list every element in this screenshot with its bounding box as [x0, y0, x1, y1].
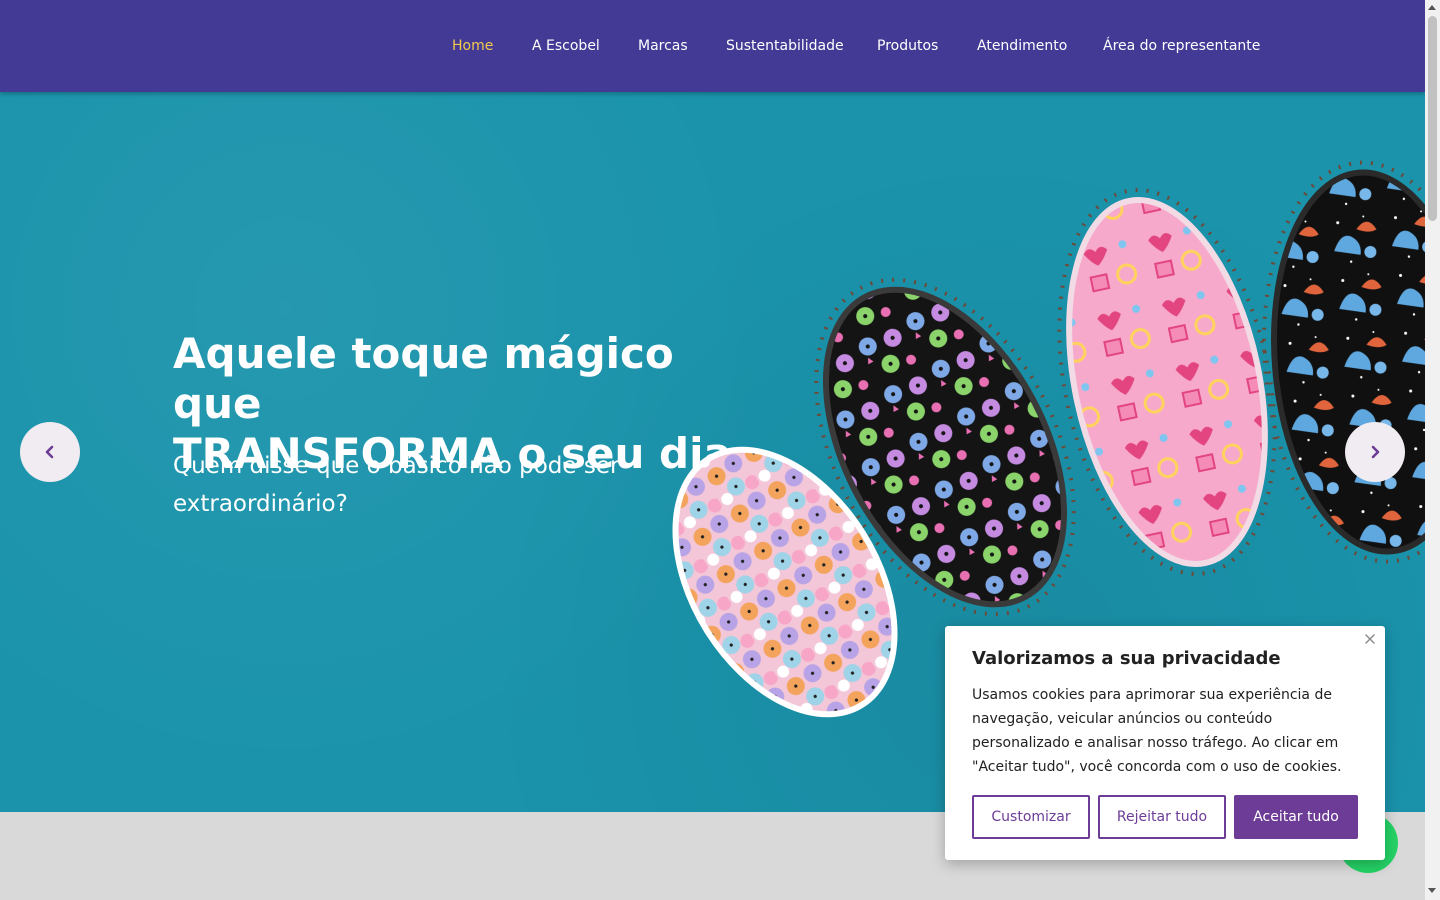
hero-title-line1: Aquele toque mágico que	[173, 329, 674, 428]
nav-item-produtos[interactable]: Produtos	[877, 37, 938, 55]
hero-subtitle: Quem disse que o básico não pode ser ext…	[173, 453, 620, 517]
customize-button[interactable]: Customizar	[972, 795, 1090, 839]
cookie-consent-banner: Valorizamos a sua privacidade Usamos coo…	[945, 626, 1385, 860]
accept-all-button[interactable]: Aceitar tudo	[1234, 795, 1358, 839]
nav-item-a-escobel[interactable]: A Escobel	[532, 37, 600, 55]
nav-item-home[interactable]: Home	[452, 37, 493, 55]
nav-item-atendimento[interactable]: Atendimento	[977, 37, 1067, 55]
nav-item-sustentabilidade[interactable]: Sustentabilidade	[726, 37, 844, 55]
chevron-left-icon	[45, 445, 54, 459]
scroll-thumb[interactable]	[1428, 16, 1437, 221]
close-icon[interactable]	[1363, 632, 1377, 646]
cookie-title: Valorizamos a sua privacidade	[972, 648, 1281, 669]
nav-item-marcas[interactable]: Marcas	[638, 37, 688, 55]
scroll-down-arrow-icon[interactable]	[1428, 888, 1436, 893]
page-scrollbar[interactable]	[1425, 0, 1440, 900]
main-navbar: Home A Escobel Marcas Sustentabilidade P…	[0, 0, 1425, 92]
reject-all-button[interactable]: Rejeitar tudo	[1098, 795, 1226, 839]
carousel-next-button[interactable]	[1345, 422, 1405, 482]
carousel-prev-button[interactable]	[20, 422, 80, 482]
cookie-text: Usamos cookies para aprimorar sua experi…	[972, 687, 1342, 775]
scroll-up-arrow-icon[interactable]	[1428, 5, 1436, 10]
nav-item-area-representante[interactable]: Área do representante	[1103, 37, 1260, 55]
chevron-right-icon	[1371, 445, 1380, 459]
